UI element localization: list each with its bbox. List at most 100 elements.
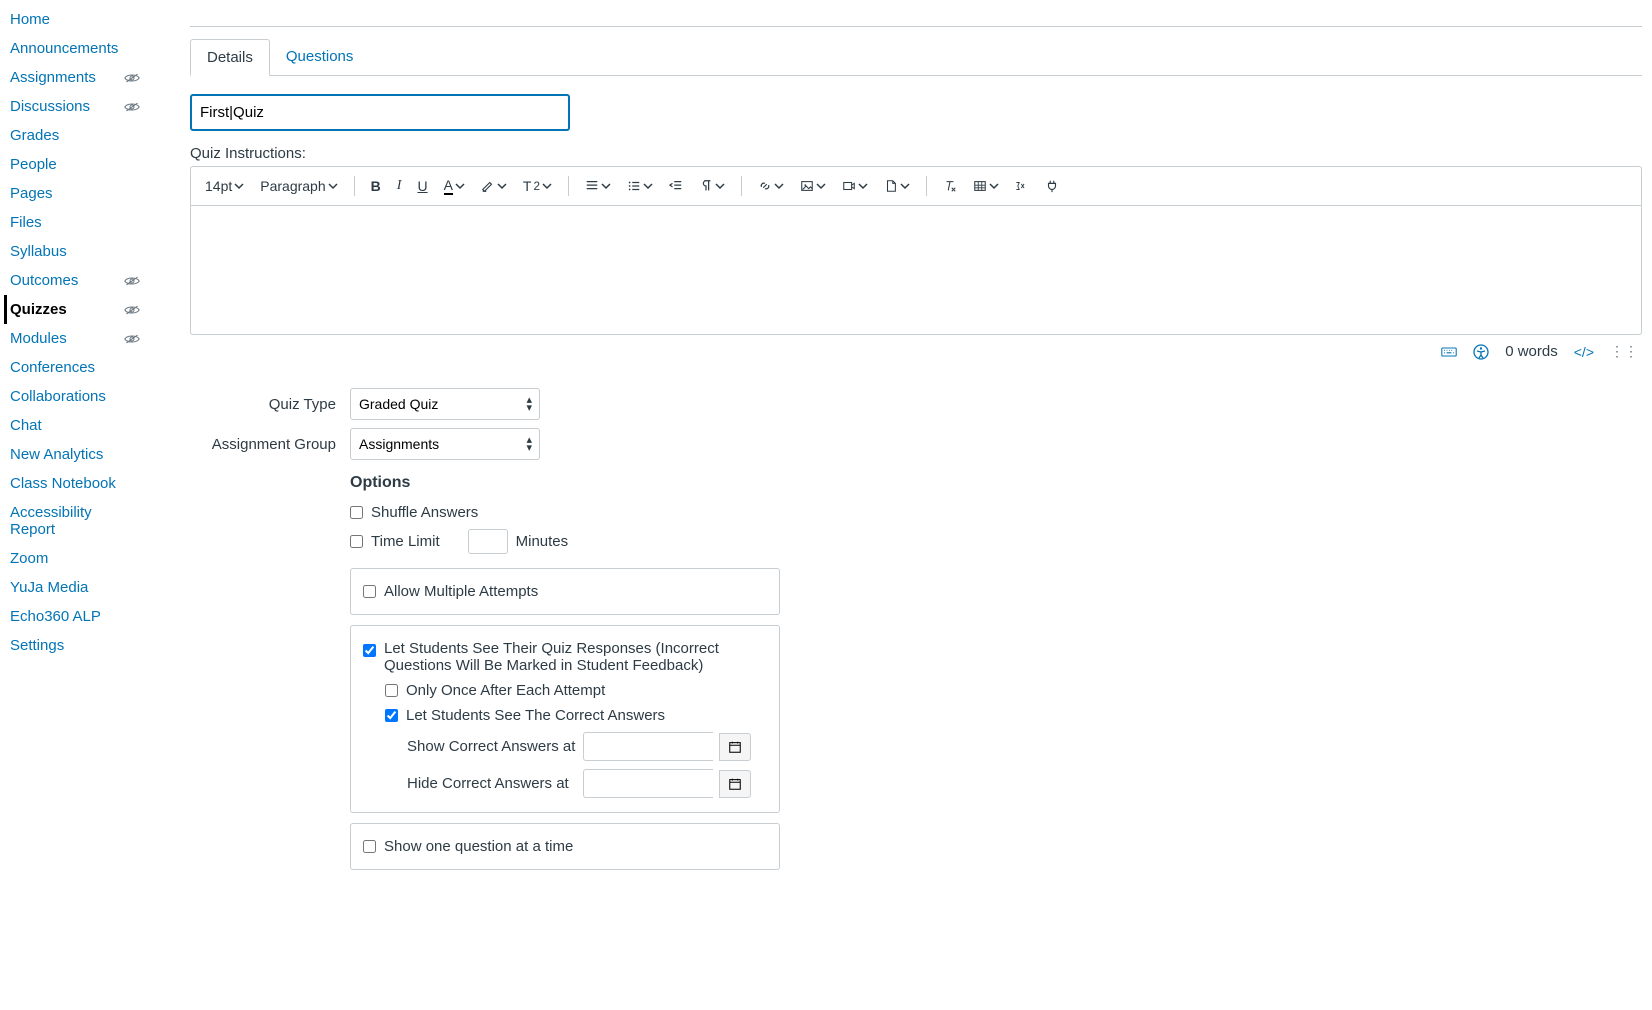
rte-embed[interactable] [1039,175,1065,197]
shuffle-answers-label: Shuffle Answers [371,504,478,521]
rte-list[interactable] [621,175,659,197]
chevron-down-icon [497,181,507,191]
chevron-down-icon [643,181,653,191]
only-once-after-attempt-checkbox[interactable] [385,684,398,697]
show-correct-at-input[interactable] [583,732,713,761]
chevron-down-icon [328,181,338,191]
rte-image[interactable] [794,175,832,197]
list-icon [627,179,641,193]
time-limit-label: Time Limit [371,533,440,550]
let-students-see-responses-checkbox[interactable] [363,644,376,657]
assignment-group-select[interactable]: Assignments [350,428,540,460]
word-count: 0 words [1505,343,1558,360]
rte-superscript[interactable]: T2 [517,174,558,198]
rte-highlight-color[interactable] [475,175,513,197]
rte-toolbar: 14pt Paragraph B I U A T2 [190,166,1642,205]
resize-handle[interactable]: ⋮⋮ [1610,343,1638,360]
chevron-down-icon [234,181,244,191]
rte-clear-formatting[interactable] [937,175,963,197]
rte-equation[interactable] [1009,175,1035,197]
time-limit-input[interactable] [468,529,508,554]
media-icon [842,179,856,193]
calendar-icon [728,740,742,754]
shuffle-answers-checkbox[interactable] [350,506,363,519]
options-heading: Options [350,474,780,492]
nav-conferences[interactable]: Conferences [10,353,101,382]
rte-paragraph-label: Paragraph [260,178,325,194]
nav-quizzes[interactable]: Quizzes [10,295,73,324]
tab-details[interactable]: Details [190,39,270,76]
rte-direction[interactable] [693,175,731,197]
accessibility-icon [1473,344,1489,360]
quiz-type-label: Quiz Type [190,396,350,413]
show-one-question-checkbox[interactable] [363,840,376,853]
nav-echo360-alp[interactable]: Echo360 ALP [10,602,107,631]
rte-underline[interactable]: U [411,174,433,198]
rte-font-size[interactable]: 14pt [199,174,250,198]
nav-people[interactable]: People [10,150,63,179]
let-students-see-correct-checkbox[interactable] [385,709,398,722]
nav-outcomes[interactable]: Outcomes [10,266,84,295]
rte-font-size-label: 14pt [205,178,232,194]
let-students-see-correct-label: Let Students See The Correct Answers [406,707,665,724]
nav-accessibility-report[interactable]: Accessibility Report [10,498,140,544]
nav-home[interactable]: Home [10,5,56,34]
nav-settings[interactable]: Settings [10,631,70,660]
rte-italic[interactable]: I [391,174,408,198]
nav-chat[interactable]: Chat [10,411,48,440]
hide-correct-at-calendar-button[interactable] [719,770,751,798]
rte-indent[interactable] [663,175,689,197]
chevron-down-icon [455,181,465,191]
allow-multiple-attempts-checkbox[interactable] [363,585,376,598]
nav-discussions[interactable]: Discussions [10,92,96,121]
rte-bold[interactable]: B [365,174,387,198]
nav-syllabus[interactable]: Syllabus [10,237,73,266]
nav-new-analytics[interactable]: New Analytics [10,440,109,469]
show-one-question-label: Show one question at a time [384,838,573,855]
hidden-icon [124,70,140,86]
hide-correct-at-input[interactable] [583,769,713,798]
nav-modules[interactable]: Modules [10,324,73,353]
only-once-after-attempt-label: Only Once After Each Attempt [406,682,605,699]
rte-alignment[interactable] [579,175,617,197]
nav-class-notebook[interactable]: Class Notebook [10,469,122,498]
minutes-label: Minutes [516,533,569,550]
plug-icon [1045,179,1059,193]
course-nav-sidebar: HomeAnnouncementsAssignmentsDiscussionsG… [0,0,170,900]
rte-paragraph-style[interactable]: Paragraph [254,174,343,198]
rte-text-color[interactable]: A [438,173,471,199]
rte-link[interactable] [752,175,790,197]
main-content: Details Questions Quiz Instructions: 14p… [170,0,1652,900]
nav-announcements[interactable]: Announcements [10,34,124,63]
tab-questions[interactable]: Questions [270,39,370,75]
chevron-down-icon [601,181,611,191]
accessibility-checker-button[interactable] [1473,344,1489,360]
keyboard-icon [1441,344,1457,360]
time-limit-checkbox[interactable] [350,535,363,548]
nav-zoom[interactable]: Zoom [10,544,54,573]
chevron-down-icon [989,181,999,191]
chevron-down-icon [858,181,868,191]
rte-footer: 0 words </> ⋮⋮ [190,335,1642,368]
show-correct-at-calendar-button[interactable] [719,733,751,761]
keyboard-shortcuts-button[interactable] [1441,344,1457,360]
nav-collaborations[interactable]: Collaborations [10,382,112,411]
html-editor-toggle[interactable]: </> [1574,344,1594,360]
rte-document[interactable] [878,175,916,197]
quiz-type-select[interactable]: Graded Quiz [350,388,540,420]
nav-files[interactable]: Files [10,208,48,237]
chevron-down-icon [542,181,552,191]
rte-media[interactable] [836,175,874,197]
nav-pages[interactable]: Pages [10,179,59,208]
nav-assignments[interactable]: Assignments [10,63,102,92]
chevron-down-icon [715,181,725,191]
hidden-icon [124,273,140,289]
clear-format-icon [943,179,957,193]
rte-table[interactable] [967,175,1005,197]
nav-yuja-media[interactable]: YuJa Media [10,573,94,602]
hide-correct-at-label: Hide Correct Answers at [407,775,577,792]
table-icon [973,179,987,193]
nav-grades[interactable]: Grades [10,121,65,150]
rte-content-area[interactable] [190,205,1642,335]
quiz-title-input[interactable] [190,94,570,131]
